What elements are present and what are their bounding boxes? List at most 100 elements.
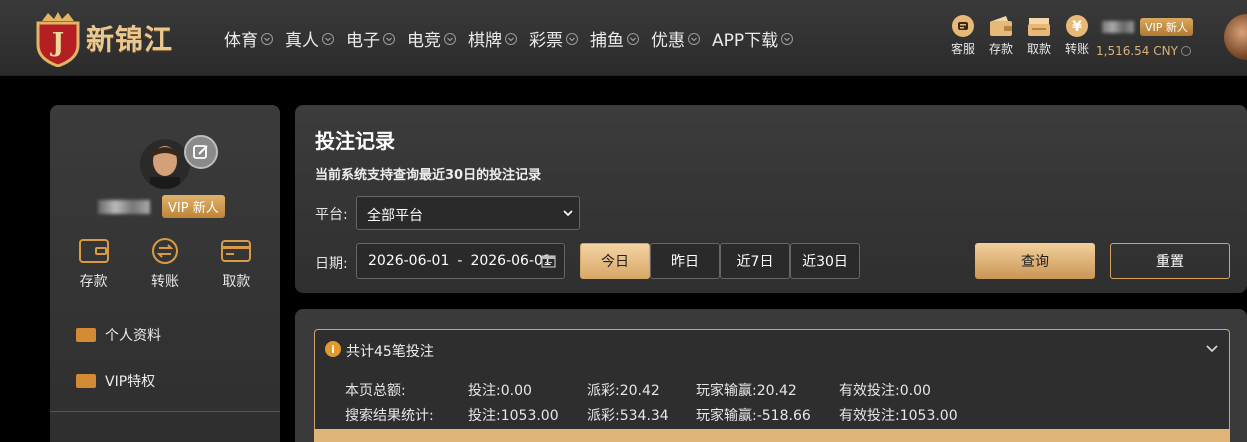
- avatar: [140, 139, 190, 189]
- quick-today-button[interactable]: 今日: [580, 243, 650, 279]
- vip-card-icon: [76, 374, 96, 388]
- total-count: 共计45笔投注: [346, 344, 434, 360]
- calendar-icon: [541, 255, 556, 268]
- results-summary: i 共计45笔投注 本页总额: 投注:0.00 派彩:20.42 玩家输赢:20…: [314, 329, 1230, 442]
- main-nav: 体育 真人 电子 电竞 棋牌 彩票 捕鱼 优惠 APP下载: [224, 26, 805, 51]
- valid-bet-value: 有效投注:0.00: [839, 383, 931, 399]
- query-button[interactable]: 查询: [975, 243, 1095, 279]
- quick-yesterday-button[interactable]: 昨日: [650, 243, 720, 279]
- profile-card-icon: [76, 328, 96, 342]
- chevron-down-icon: [563, 210, 573, 217]
- nav-sports[interactable]: 体育: [224, 26, 273, 51]
- transfer-icon: [149, 237, 181, 265]
- date-range-input[interactable]: 2026-06-01 - 2026-06-01: [356, 243, 565, 279]
- date-to: 2026-06-01: [470, 253, 552, 269]
- platform-value: 全部平台: [367, 208, 423, 224]
- valid-bet-value: 有效投注:1053.00: [839, 408, 958, 424]
- sidebar-item-label: VIP特权: [105, 374, 156, 390]
- balance-value: 1,516.54 CNY: [1096, 44, 1178, 58]
- avatar[interactable]: [1224, 14, 1247, 60]
- withdraw-button[interactable]: 取款: [1020, 14, 1058, 57]
- brand-logo[interactable]: J 新锦江: [34, 8, 173, 68]
- wallet-icon: [989, 14, 1013, 38]
- bet-value: 投注:1053.00: [468, 408, 559, 424]
- username-blurred: [98, 199, 150, 214]
- chevron-down-icon: [444, 32, 456, 45]
- nav-cards[interactable]: 棋牌: [468, 26, 517, 51]
- vip-badge: VIP 新人: [1140, 18, 1193, 36]
- account-sidebar: VIP 新人 存款 转账 取款 个人资料 VIP特权: [50, 105, 280, 442]
- nav-slots[interactable]: 电子: [346, 26, 395, 51]
- edit-avatar-button[interactable]: [184, 135, 218, 169]
- platform-select[interactable]: 全部平台: [356, 196, 580, 230]
- chevron-down-icon: [566, 32, 578, 45]
- sidebar-item-vip[interactable]: VIP特权: [76, 369, 161, 393]
- win-loss-value: 玩家输赢:20.42: [696, 383, 797, 399]
- chevron-down-icon: [688, 32, 700, 45]
- chevron-down-icon: [261, 32, 273, 45]
- transfer-label: 转账: [1064, 42, 1089, 56]
- payout-value: 派彩:534.34: [587, 408, 669, 424]
- quick-7days-button[interactable]: 近7日: [720, 243, 790, 279]
- logo-letter: J: [50, 28, 64, 58]
- win-loss-value: 玩家输赢:-518.66: [696, 408, 811, 424]
- sidebar-item-profile[interactable]: 个人资料: [76, 323, 161, 347]
- nav-label: 捕鱼: [590, 31, 624, 51]
- reset-button[interactable]: 重置: [1110, 243, 1230, 279]
- withdraw-icon: [1027, 14, 1051, 38]
- nav-label: 电竞: [407, 31, 441, 51]
- top-navbar: J 新锦江 体育 真人 电子 电竞 棋牌 彩票 捕鱼 优惠 APP下载 客服 存…: [0, 0, 1247, 76]
- results-panel: i 共计45笔投注 本页总额: 投注:0.00 派彩:20.42 玩家输赢:20…: [295, 309, 1247, 442]
- nav-promotions[interactable]: 优惠: [651, 26, 700, 51]
- balance[interactable]: 1,516.54 CNY: [1096, 44, 1208, 58]
- date-from: 2026-06-01: [368, 253, 450, 269]
- nav-label: 体育: [224, 31, 258, 51]
- info-icon: i: [325, 341, 341, 357]
- customer-service-label: 客服: [950, 42, 975, 56]
- bet-filter-panel: 投注记录 当前系统支持查询最近30日的投注记录 平台: 全部平台 日期: 202…: [295, 105, 1247, 293]
- date-separator: -: [457, 253, 463, 269]
- sidebar-transfer-button[interactable]: 转账: [135, 237, 195, 291]
- chevron-down-icon: [322, 32, 334, 45]
- sidebar-deposit-label: 存款: [79, 274, 108, 290]
- row-label: 本页总额:: [345, 383, 406, 399]
- nav-label: 真人: [285, 31, 319, 51]
- nav-live[interactable]: 真人: [285, 26, 334, 51]
- deposit-label: 存款: [988, 42, 1013, 56]
- sidebar-user: VIP 新人: [98, 195, 225, 218]
- nav-app-download[interactable]: APP下载: [712, 26, 794, 51]
- bet-value: 投注:0.00: [468, 383, 532, 399]
- customer-service-button[interactable]: 客服: [944, 14, 982, 57]
- brand-name: 新锦江: [86, 23, 174, 56]
- nav-label: 彩票: [529, 31, 563, 51]
- nav-esports[interactable]: 电竞: [407, 26, 456, 51]
- customer-service-icon: [951, 14, 975, 38]
- user-info[interactable]: VIP 新人 1,516.54 CNY: [1096, 18, 1208, 58]
- username-blurred: [1102, 21, 1134, 33]
- sidebar-withdraw-button[interactable]: 取款: [206, 237, 266, 291]
- chevron-down-icon: [383, 32, 395, 45]
- nav-label: 优惠: [651, 31, 685, 51]
- page-subtitle: 当前系统支持查询最近30日的投注记录: [315, 168, 542, 183]
- sidebar-transfer-label: 转账: [150, 274, 179, 290]
- row-label: 搜索结果统计:: [345, 408, 434, 424]
- nav-fishing[interactable]: 捕鱼: [590, 26, 639, 51]
- divider: [50, 411, 280, 412]
- quick-30days-button[interactable]: 近30日: [790, 243, 860, 279]
- edit-icon: [193, 145, 208, 159]
- transfer-button[interactable]: ¥ 转账: [1058, 14, 1096, 57]
- deposit-button[interactable]: 存款: [982, 14, 1020, 57]
- sidebar-actions: 存款 转账 取款: [50, 237, 280, 291]
- sidebar-withdraw-label: 取款: [222, 274, 251, 290]
- chevron-down-icon[interactable]: [1205, 341, 1219, 355]
- vip-badge: VIP 新人: [162, 195, 225, 218]
- chevron-down-icon: [781, 32, 794, 45]
- transfer-icon: ¥: [1065, 14, 1089, 38]
- card-icon: [220, 237, 252, 265]
- nav-lottery[interactable]: 彩票: [529, 26, 578, 51]
- wallet-icon: [78, 237, 110, 265]
- sidebar-deposit-button[interactable]: 存款: [64, 237, 124, 291]
- payout-value: 派彩:20.42: [587, 383, 660, 399]
- top-actions: 客服 存款 取款 ¥ 转账: [944, 14, 1096, 57]
- chevron-down-icon: [627, 32, 639, 45]
